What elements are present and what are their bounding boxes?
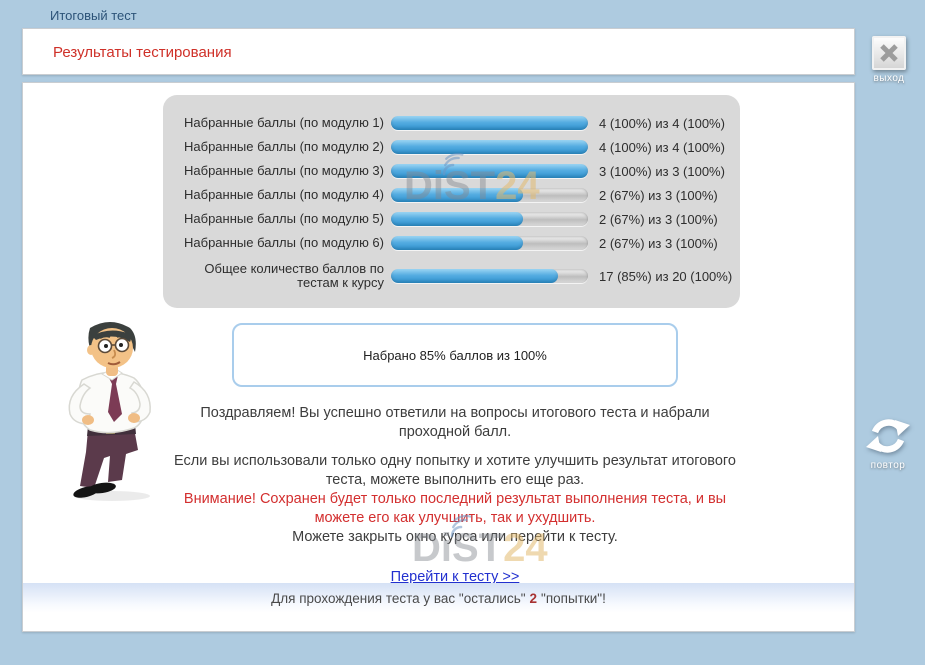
progress-bar-track <box>391 212 588 226</box>
progress-bar-fill <box>391 188 523 202</box>
warning-text: Внимание! Сохранен будет только последни… <box>165 490 745 528</box>
result-row: Набранные баллы (по модулю 3) 3 (100%) из… <box>163 159 740 183</box>
messages-block: Поздравляем! Вы успешно ответили на вопр… <box>165 404 745 587</box>
result-row-value: 17 (85%) из 20 (100%) <box>588 269 732 284</box>
result-row-label: Набранные баллы (по модулю 3) <box>163 164 391 178</box>
progress-bar-track <box>391 236 588 250</box>
close-or-goto-text: Можете закрыть окно курса или перейти к … <box>165 528 745 547</box>
result-row-label: Набранные баллы (по модулю 4) <box>163 188 391 202</box>
repeat-button-label: повтор <box>858 460 918 471</box>
result-row: Набранные баллы (по модулю 1) 4 (100%) из… <box>163 111 740 135</box>
teacher-character-illustration <box>42 318 177 503</box>
repeat-refresh-icon <box>864 412 912 460</box>
window-title: Итоговый тест <box>50 8 137 23</box>
test-results-page: Итоговый тест Результаты тестирования На… <box>0 0 925 665</box>
progress-bar-track <box>391 116 588 130</box>
result-row-value: 3 (100%) из 3 (100%) <box>588 164 725 179</box>
result-row-label: Набранные баллы (по модулю 5) <box>163 212 391 226</box>
attempts-text-after: "попытки"! <box>541 591 606 606</box>
exit-button-label: выход <box>859 73 919 84</box>
header-panel: Результаты тестирования <box>22 28 855 75</box>
result-row-value: 2 (67%) из 3 (100%) <box>588 188 718 203</box>
progress-bar-track <box>391 269 588 283</box>
progress-bar-fill <box>391 140 588 154</box>
close-icon <box>878 42 900 64</box>
progress-bar-fill <box>391 269 558 283</box>
progress-bar-track <box>391 164 588 178</box>
attempts-text-before: Для прохождения теста у вас "остались" <box>271 591 525 606</box>
result-row-value: 4 (100%) из 4 (100%) <box>588 116 725 131</box>
result-row-value: 2 (67%) из 3 (100%) <box>588 212 718 227</box>
exit-button[interactable] <box>872 36 906 70</box>
result-row-value: 2 (67%) из 3 (100%) <box>588 236 718 251</box>
page-title: Результаты тестирования <box>53 44 232 61</box>
result-row: Набранные баллы (по модулю 4) 2 (67%) из … <box>163 183 740 207</box>
repeat-button[interactable] <box>864 412 912 460</box>
results-panel: Набранные баллы (по модулю 1) 4 (100%) из… <box>163 95 740 308</box>
result-row: Набранные баллы (по модулю 5) 2 (67%) из … <box>163 207 740 231</box>
congratulations-text: Поздравляем! Вы успешно ответили на вопр… <box>165 404 745 442</box>
score-summary-box: Набрано 85% баллов из 100% <box>232 323 678 387</box>
progress-bar-fill <box>391 116 588 130</box>
result-row-value: 4 (100%) из 4 (100%) <box>588 140 725 155</box>
result-row-label: Набранные баллы (по модулю 6) <box>163 236 391 250</box>
score-summary-text: Набрано 85% баллов из 100% <box>363 348 547 363</box>
result-row-label: Набранные баллы (по модулю 1) <box>163 116 391 130</box>
progress-bar-fill <box>391 164 588 178</box>
result-row: Набранные баллы (по модулю 6) 2 (67%) из … <box>163 231 740 255</box>
attempts-count: 2 <box>526 591 542 606</box>
progress-bar-track <box>391 188 588 202</box>
results-rows: Набранные баллы (по модулю 1) 4 (100%) из… <box>163 111 740 295</box>
progress-bar-track <box>391 140 588 154</box>
retry-info-text: Если вы использовали только одну попытку… <box>165 452 745 490</box>
attempts-footer-bar: Для прохождения теста у вас "остались" 2… <box>23 583 854 613</box>
progress-bar-fill <box>391 236 523 250</box>
result-row-label: Набранные баллы (по модулю 2) <box>163 140 391 154</box>
result-row: Набранные баллы (по модулю 2) 4 (100%) из… <box>163 135 740 159</box>
result-row: Общее количество баллов по тестам к курс… <box>163 257 740 295</box>
result-row-label: Общее количество баллов по тестам к курс… <box>163 262 391 290</box>
progress-bar-fill <box>391 212 523 226</box>
